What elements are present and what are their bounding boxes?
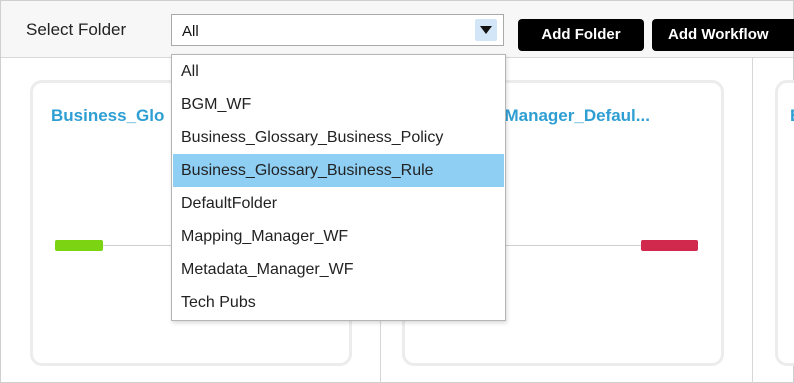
dropdown-option[interactable]: BGM_WF xyxy=(173,88,504,121)
add-workflow-button[interactable]: Add Workflow xyxy=(652,19,794,51)
dropdown-option[interactable]: All xyxy=(173,55,504,88)
dropdown-option[interactable]: Tech Pubs xyxy=(173,286,504,319)
dropdown-option[interactable]: Business_Glossary_Business_Policy xyxy=(173,121,504,154)
node-connector xyxy=(505,245,641,246)
column-divider xyxy=(752,57,753,383)
workflow-card[interactable]: E xyxy=(775,80,794,366)
card-title[interactable]: _Manager_Defaul... xyxy=(495,106,650,126)
folder-dropdown-menu: All BGM_WF Business_Glossary_Business_Po… xyxy=(171,54,506,321)
folder-select[interactable]: All xyxy=(171,14,504,46)
dropdown-option[interactable]: DefaultFolder xyxy=(173,187,504,220)
workflow-node xyxy=(641,240,698,251)
add-folder-button[interactable]: Add Folder xyxy=(518,19,644,51)
dropdown-option[interactable]: Metadata_Manager_WF xyxy=(173,253,504,286)
card-title[interactable]: E xyxy=(790,106,794,126)
dropdown-option[interactable]: Mapping_Manager_WF xyxy=(173,220,504,253)
chevron-down-icon[interactable] xyxy=(475,19,497,41)
folder-select-value: All xyxy=(182,23,199,40)
workflow-node xyxy=(55,240,103,251)
select-folder-label: Select Folder xyxy=(26,20,127,39)
dropdown-option-highlighted[interactable]: Business_Glossary_Business_Rule xyxy=(173,154,504,187)
card-title[interactable]: Business_Glo xyxy=(51,106,164,126)
